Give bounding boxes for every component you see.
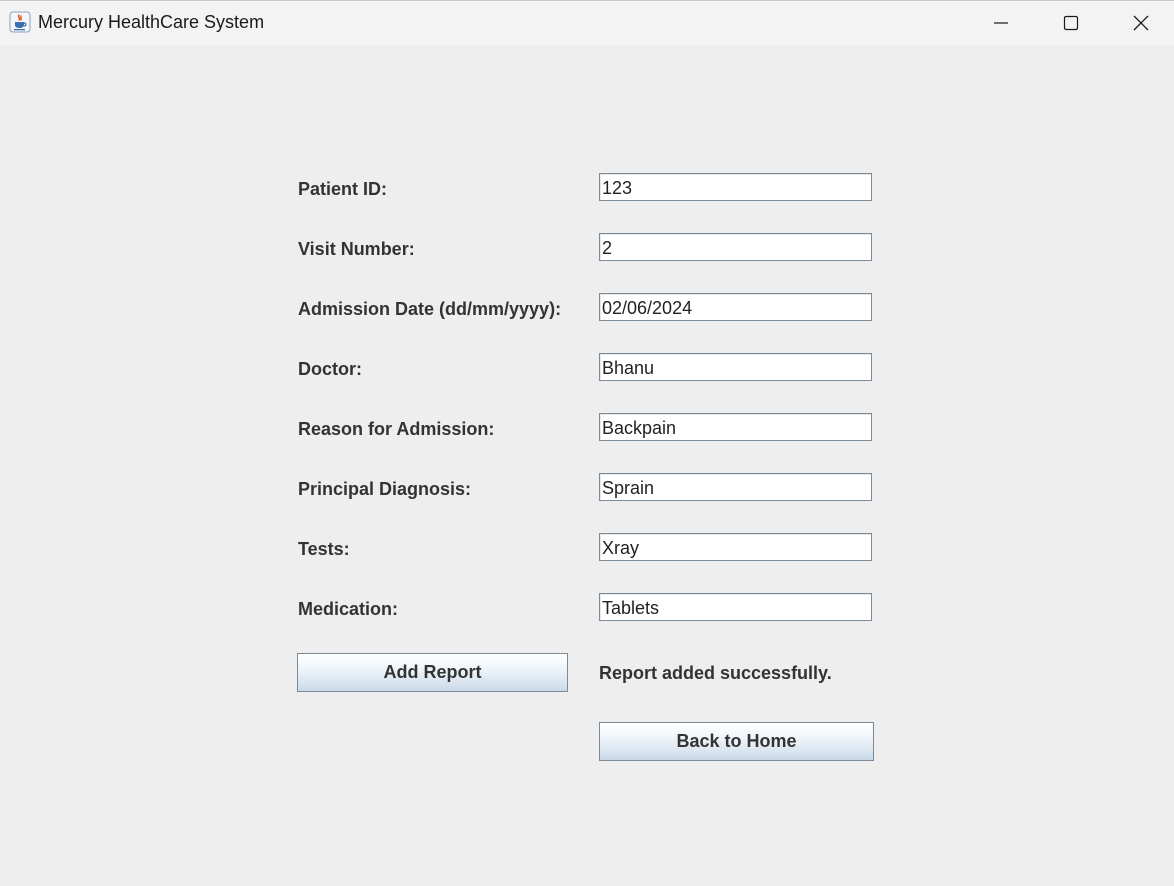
reason-for-admission-field[interactable] — [599, 413, 872, 441]
reason-for-admission-label: Reason for Admission: — [298, 419, 495, 439]
tests-label: Tests: — [298, 539, 350, 559]
add-report-button[interactable]: Add Report — [297, 653, 568, 692]
tests-field[interactable] — [599, 533, 872, 561]
close-icon — [1133, 15, 1149, 31]
status-message: Report added successfully. — [599, 663, 832, 683]
add-report-button-label: Add Report — [383, 662, 482, 682]
title-bar[interactable]: Mercury HealthCare System — [0, 1, 1174, 45]
back-to-home-button[interactable]: Back to Home — [599, 722, 874, 761]
visit-number-field[interactable] — [599, 233, 872, 261]
minimize-icon — [993, 15, 1009, 31]
visit-number-label: Visit Number: — [298, 239, 415, 259]
back-to-home-button-label: Back to Home — [676, 731, 797, 751]
doctor-label: Doctor: — [298, 359, 362, 379]
maximize-button[interactable] — [1036, 1, 1106, 45]
doctor-field[interactable] — [599, 353, 872, 381]
app-window: Mercury HealthCare System Patient ID: Vi… — [0, 0, 1174, 886]
principal-diagnosis-field[interactable] — [599, 473, 872, 501]
medication-field[interactable] — [599, 593, 872, 621]
java-cup-icon — [9, 11, 31, 33]
patient-id-field[interactable] — [599, 173, 872, 201]
principal-diagnosis-label: Principal Diagnosis: — [298, 479, 472, 499]
minimize-button[interactable] — [966, 1, 1036, 45]
medication-label: Medication: — [298, 599, 399, 619]
admission-date-field[interactable] — [599, 293, 872, 321]
close-button[interactable] — [1106, 1, 1174, 45]
admission-date-label: Admission Date (dd/mm/yyyy): — [298, 299, 562, 319]
maximize-icon — [1063, 15, 1079, 31]
window-title: Mercury HealthCare System — [38, 12, 265, 32]
patient-id-label: Patient ID: — [298, 179, 388, 199]
